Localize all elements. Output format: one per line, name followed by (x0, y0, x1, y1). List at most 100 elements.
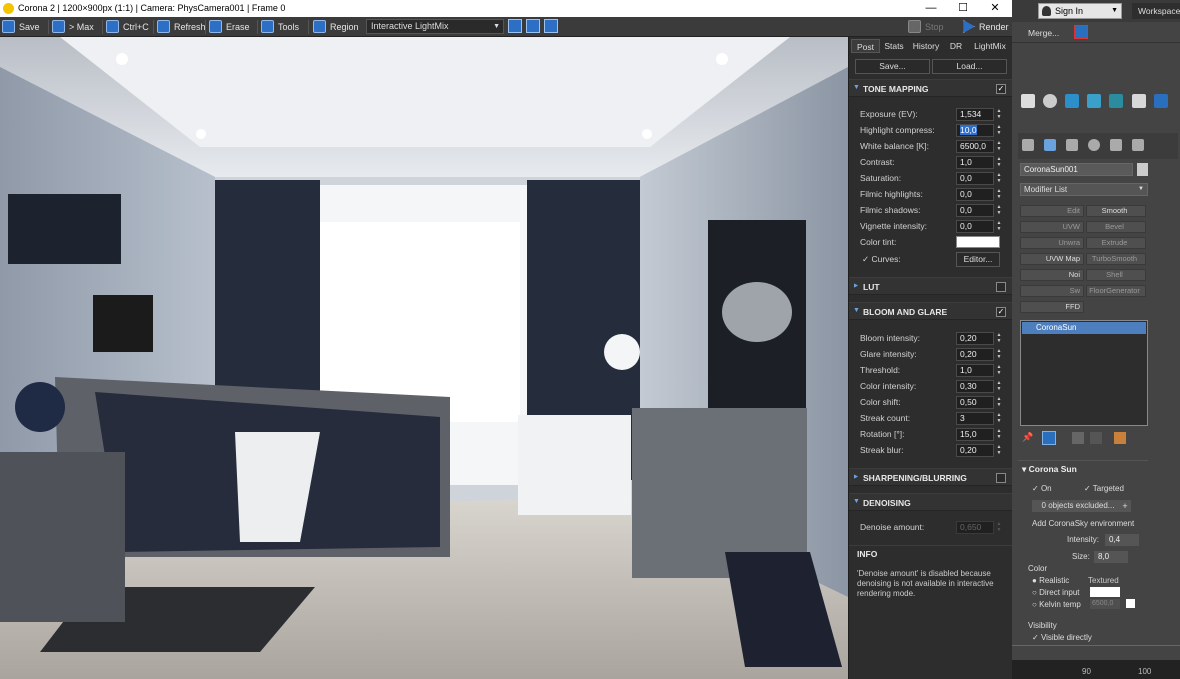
visible-directly-checkbox[interactable]: ✓ Visible directly (1032, 633, 1092, 642)
minimize-button[interactable]: — (916, 0, 946, 17)
add-exclude-button[interactable]: + (1119, 500, 1131, 512)
create-icon[interactable] (1021, 94, 1035, 108)
sign-in-select[interactable]: Sign In ▼ (1038, 3, 1122, 19)
lut-checkbox[interactable] (996, 282, 1006, 292)
spinner-icon[interactable]: ▲ ▼ (996, 124, 1002, 137)
spinner-icon[interactable]: ▲ ▼ (996, 332, 1002, 345)
filmic-highlights-input[interactable]: 0,0 (956, 188, 994, 201)
tab-history[interactable]: History (909, 39, 943, 53)
vignette-input[interactable]: 0,0 (956, 220, 994, 233)
rotation-input[interactable]: 15,0 (956, 428, 994, 441)
modifier-turbosmooth-button[interactable]: TurboSmooth (1086, 253, 1146, 265)
modifier-extrude-button[interactable]: Extrude (1086, 237, 1146, 249)
display-tab-icon[interactable] (1110, 139, 1122, 151)
lut-header[interactable]: ▼ LUT (849, 277, 1012, 295)
tab-post[interactable]: Post (851, 39, 880, 53)
object-color-swatch[interactable] (1137, 163, 1148, 176)
color-tint-swatch[interactable] (956, 236, 1000, 248)
close-button[interactable]: ✕ (980, 0, 1010, 17)
tab-lightmix[interactable]: LightMix (969, 39, 1011, 53)
hierarchy-tab-icon[interactable] (1066, 139, 1078, 151)
spinner-icon[interactable]: ▲ ▼ (996, 364, 1002, 377)
hierarchy-icon[interactable] (1065, 94, 1079, 108)
object-name-field[interactable]: CoronaSun001 (1020, 163, 1133, 176)
realistic-radio[interactable]: ● Realistic (1032, 576, 1069, 585)
modifier-unwrap-button[interactable]: Unwra (1020, 237, 1084, 249)
render-image[interactable] (0, 37, 848, 679)
modifier-uvw-map-button[interactable]: UVW Map (1020, 253, 1084, 265)
workspaces-select[interactable]: Workspaces (1132, 3, 1180, 19)
zoom-out-icon[interactable] (526, 19, 540, 33)
saturation-input[interactable]: 0,0 (956, 172, 994, 185)
sharpening-checkbox[interactable] (996, 473, 1006, 483)
modifier-noise-button[interactable]: Noi (1020, 269, 1084, 281)
motion-icon[interactable] (1087, 94, 1101, 108)
rollout-title[interactable]: ▾ Corona Sun (1022, 464, 1077, 475)
curves-editor-button[interactable]: Editor... (956, 252, 1000, 267)
stack-item-coronasun[interactable]: CoronaSun (1022, 322, 1146, 334)
bloom-intensity-input[interactable]: 0,20 (956, 332, 994, 345)
exclude-button[interactable]: 0 objects excluded... (1032, 500, 1124, 512)
spinner-icon[interactable]: ▲ ▼ (996, 380, 1002, 393)
erase-button[interactable]: Erase (209, 19, 250, 35)
threshold-input[interactable]: 1,0 (956, 364, 994, 377)
timeline-ruler[interactable]: 90 100 (1012, 660, 1180, 679)
bloom-checkbox[interactable]: ✓ (996, 307, 1006, 317)
spinner-icon[interactable]: ▲ ▼ (996, 220, 1002, 233)
tone-mapping-header[interactable]: ▼ TONE MAPPING ✓ (849, 79, 1012, 97)
direct-color-swatch[interactable] (1090, 587, 1120, 597)
glare-intensity-input[interactable]: 0,20 (956, 348, 994, 361)
direct-input-radio[interactable]: ○ Direct input (1032, 588, 1080, 597)
spinner-icon[interactable]: ▲ ▼ (996, 444, 1002, 457)
make-unique-icon[interactable] (1072, 432, 1084, 444)
modifier-bevel-button[interactable]: Bevel (1086, 221, 1146, 233)
kelvin-input[interactable]: 6500,0 (1090, 599, 1120, 609)
tab-stats[interactable]: Stats (881, 39, 907, 53)
link-icon[interactable] (1074, 25, 1088, 39)
show-end-result-icon[interactable] (1042, 431, 1056, 445)
contrast-input[interactable]: 1,0 (956, 156, 994, 169)
tone-mapping-checkbox[interactable]: ✓ (996, 84, 1006, 94)
pin-icon[interactable]: 📌 (1022, 432, 1033, 443)
modify-icon[interactable] (1043, 94, 1057, 108)
curves-checkbox[interactable]: ✓ Curves: (862, 254, 901, 265)
utilities-icon[interactable] (1132, 94, 1146, 108)
wrench-icon[interactable] (1132, 139, 1144, 151)
spinner-icon[interactable]: ▲ ▼ (996, 396, 1002, 409)
modifier-list-select[interactable]: Modifier List ▼ (1020, 183, 1148, 196)
spinner-icon[interactable]: ▲ ▼ (996, 412, 1002, 425)
maximize-button[interactable]: ☐ (948, 0, 978, 17)
textured-radio[interactable]: Textured (1088, 576, 1119, 585)
modifier-floorgenerator-button[interactable]: FloorGenerator (1086, 285, 1146, 297)
plus-icon[interactable] (1022, 139, 1034, 151)
save-preset-button[interactable]: Save... (855, 59, 930, 74)
modifier-uvw-button[interactable]: UVW (1020, 221, 1084, 233)
refresh-button[interactable]: Refresh (157, 19, 206, 35)
spinner-icon[interactable]: ▲ ▼ (996, 348, 1002, 361)
streak-count-input[interactable]: 3 (956, 412, 994, 425)
add-sky-button[interactable]: Add CoronaSky environment (1032, 519, 1134, 528)
exposure-input[interactable]: 1,534 (956, 108, 994, 121)
spinner-icon[interactable]: ▲ ▼ (996, 140, 1002, 153)
color-shift-input[interactable]: 0,50 (956, 396, 994, 409)
targeted-checkbox[interactable]: ✓ Targeted (1084, 484, 1124, 493)
denoising-header[interactable]: ▼ DENOISING (849, 493, 1012, 511)
display-icon[interactable] (1109, 94, 1123, 108)
size-input[interactable]: 8,0 (1094, 551, 1128, 563)
lightmix-select[interactable]: Interactive LightMix ▼ (366, 19, 504, 34)
panel-icon[interactable] (1154, 94, 1168, 108)
merge-button[interactable]: Merge... (1028, 28, 1059, 38)
modifier-edit-button[interactable]: Edit (1020, 205, 1084, 217)
copy-button[interactable]: Ctrl+C (106, 19, 149, 35)
color-intensity-input[interactable]: 0,30 (956, 380, 994, 393)
zoom-in-icon[interactable] (508, 19, 522, 33)
zoom-fit-icon[interactable] (544, 19, 558, 33)
spinner-icon[interactable]: ▲ ▼ (996, 188, 1002, 201)
send-to-max-button[interactable]: > Max (52, 19, 94, 35)
spinner-icon[interactable]: ▲ ▼ (996, 428, 1002, 441)
modify-tab-icon[interactable] (1044, 139, 1056, 151)
modifier-smooth-button[interactable]: Smooth (1086, 205, 1146, 217)
configure-icon[interactable] (1114, 432, 1126, 444)
on-checkbox[interactable]: ✓ On (1032, 484, 1052, 493)
stop-button[interactable]: Stop (908, 19, 944, 35)
